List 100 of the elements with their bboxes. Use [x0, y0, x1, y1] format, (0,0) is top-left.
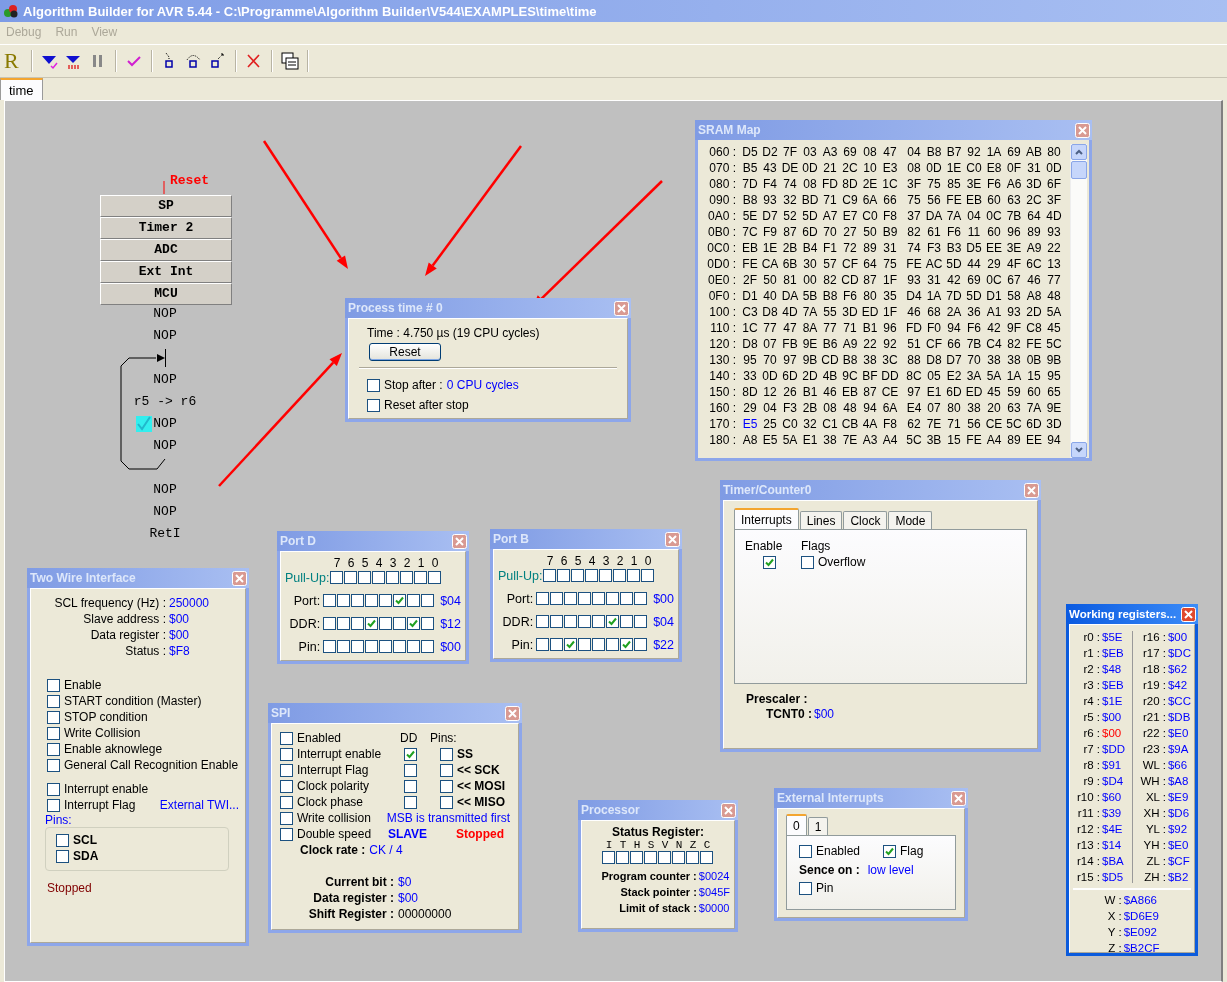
bit-checkbox[interactable]	[407, 640, 421, 653]
checkbox[interactable]	[280, 747, 293, 761]
flowchart-step[interactable]: NOP	[105, 504, 225, 520]
external-twi-link[interactable]: External TWI...	[159, 798, 239, 812]
scroll-down-icon[interactable]	[1071, 442, 1087, 458]
flowchart-step[interactable]: RetI	[105, 526, 225, 542]
bit-checkbox[interactable]	[379, 594, 393, 607]
checkbox[interactable]	[799, 844, 812, 858]
bit-checkbox[interactable]	[634, 638, 648, 651]
flowchart-step[interactable]: NOP	[105, 306, 225, 322]
flowchart-step[interactable]: NOP	[105, 416, 225, 432]
checkbox[interactable]	[440, 795, 453, 809]
flowchart-step[interactable]: NOP	[105, 328, 225, 344]
checkbox[interactable]	[56, 849, 69, 863]
interrupt-block[interactable]: MCU	[100, 283, 232, 305]
checkbox[interactable]	[47, 694, 60, 708]
scroll-thumb[interactable]	[1071, 161, 1087, 179]
checkbox[interactable]	[404, 779, 417, 793]
bit-checkbox[interactable]	[613, 569, 626, 582]
bit-checkbox[interactable]	[344, 571, 357, 584]
bit-checkbox[interactable]	[365, 617, 379, 630]
reset-button[interactable]: Reset	[369, 343, 441, 361]
checkbox[interactable]	[440, 779, 453, 793]
checkbox[interactable]	[367, 398, 380, 412]
bit-checkbox[interactable]	[351, 617, 365, 630]
bit-checkbox[interactable]	[393, 617, 407, 630]
close-icon[interactable]	[1181, 606, 1196, 622]
bit-checkbox[interactable]	[592, 592, 606, 605]
cycles-link[interactable]: 0 CPU cycles	[446, 378, 519, 392]
checkbox[interactable]	[440, 763, 453, 777]
checkbox[interactable]	[404, 795, 417, 809]
checkbox[interactable]	[801, 555, 814, 569]
checkbox[interactable]	[47, 742, 60, 756]
bit-checkbox[interactable]	[407, 594, 421, 607]
interrupt-block[interactable]: Ext Int	[100, 261, 232, 283]
bit-checkbox[interactable]	[536, 592, 550, 605]
bit-checkbox[interactable]	[421, 617, 435, 630]
checkbox[interactable]	[280, 827, 293, 841]
bit-checkbox[interactable]	[543, 569, 556, 582]
bit-checkbox[interactable]	[550, 592, 564, 605]
bit-checkbox[interactable]	[592, 638, 606, 651]
bit-checkbox[interactable]	[365, 594, 379, 607]
tab[interactable]: 0	[786, 814, 807, 835]
bit-checkbox[interactable]	[379, 617, 393, 630]
bit-checkbox[interactable]	[386, 571, 399, 584]
scroll-up-icon[interactable]	[1071, 144, 1087, 160]
checkbox[interactable]	[280, 731, 293, 745]
flowchart-step[interactable]: NOP	[105, 482, 225, 498]
bit-checkbox[interactable]	[564, 592, 578, 605]
flag-checkbox[interactable]	[602, 851, 615, 864]
bit-checkbox[interactable]	[634, 592, 648, 605]
interrupt-block[interactable]: Timer 2	[100, 217, 232, 239]
flowchart-step[interactable]: NOP	[105, 438, 225, 454]
bit-checkbox[interactable]	[393, 594, 407, 607]
bit-checkbox[interactable]	[323, 640, 337, 653]
interrupt-block[interactable]: ADC	[100, 239, 232, 261]
bit-checkbox[interactable]	[592, 615, 606, 628]
bit-checkbox[interactable]	[550, 638, 564, 651]
flag-checkbox[interactable]	[686, 851, 699, 864]
bit-checkbox[interactable]	[578, 638, 592, 651]
checkbox[interactable]	[47, 782, 60, 796]
bit-checkbox[interactable]	[557, 569, 570, 582]
checkbox[interactable]	[47, 798, 60, 812]
bit-checkbox[interactable]	[606, 615, 620, 628]
bit-checkbox[interactable]	[536, 638, 550, 651]
bit-checkbox[interactable]	[337, 617, 351, 630]
bit-checkbox[interactable]	[358, 571, 371, 584]
bit-checkbox[interactable]	[421, 594, 435, 607]
flowchart-step[interactable]: r5 -> r6	[105, 394, 225, 410]
checkbox[interactable]	[799, 881, 812, 895]
bit-checkbox[interactable]	[337, 594, 351, 607]
bit-checkbox[interactable]	[379, 640, 393, 653]
bit-checkbox[interactable]	[564, 638, 578, 651]
checkbox[interactable]	[883, 844, 896, 858]
checkbox[interactable]	[47, 678, 60, 692]
bit-checkbox[interactable]	[323, 617, 337, 630]
bit-checkbox[interactable]	[421, 640, 435, 653]
interrupt-block[interactable]: SP	[100, 195, 232, 217]
bit-checkbox[interactable]	[407, 617, 421, 630]
checkbox[interactable]	[47, 710, 60, 724]
checkbox[interactable]	[763, 555, 776, 569]
bit-checkbox[interactable]	[620, 638, 634, 651]
checkbox[interactable]	[280, 763, 293, 777]
bit-checkbox[interactable]	[627, 569, 640, 582]
checkbox[interactable]	[367, 378, 380, 392]
flag-checkbox[interactable]	[644, 851, 657, 864]
bit-checkbox[interactable]	[351, 594, 365, 607]
bit-checkbox[interactable]	[365, 640, 379, 653]
bit-checkbox[interactable]	[578, 592, 592, 605]
tab[interactable]: 1	[807, 817, 829, 835]
sense-link[interactable]: low level	[867, 863, 914, 877]
logo[interactable]: R	[4, 48, 24, 74]
bit-checkbox[interactable]	[393, 640, 407, 653]
checkbox[interactable]	[56, 833, 69, 847]
tab[interactable]: Clock	[843, 511, 888, 529]
bit-checkbox[interactable]	[337, 640, 351, 653]
bit-checkbox[interactable]	[634, 615, 648, 628]
flag-checkbox[interactable]	[616, 851, 629, 864]
tab[interactable]: Lines	[799, 511, 843, 529]
bit-checkbox[interactable]	[620, 592, 634, 605]
